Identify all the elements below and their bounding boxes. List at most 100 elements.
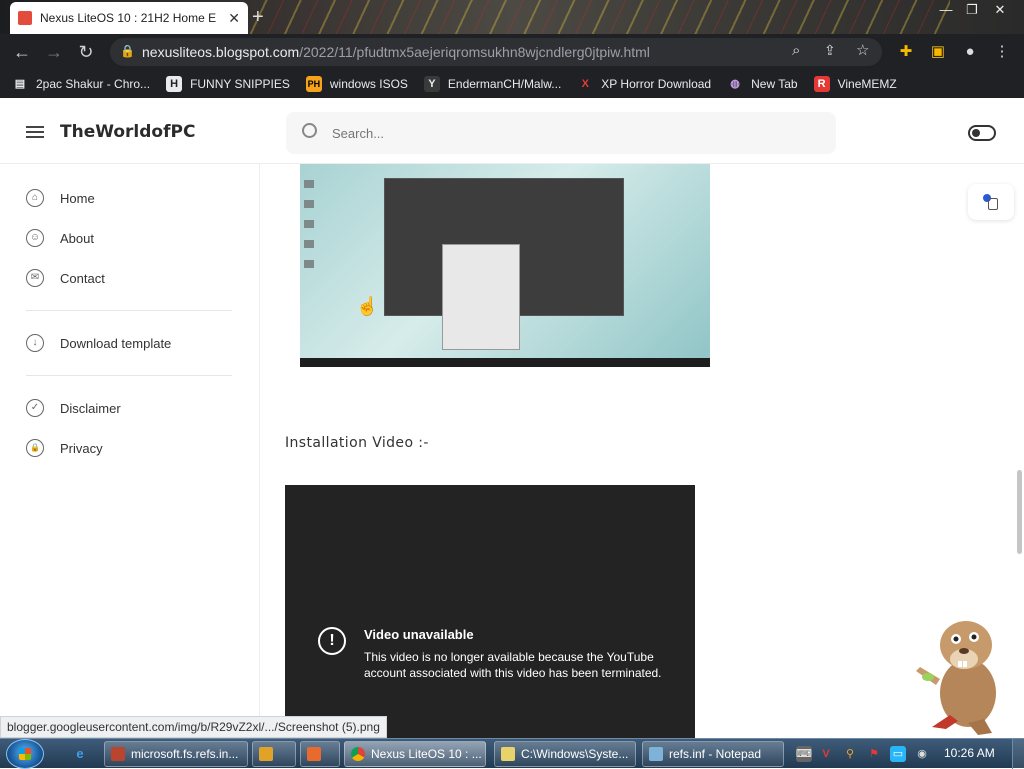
search-icon: [302, 123, 317, 138]
tray-search-icon[interactable]: ⚲: [842, 746, 858, 762]
reload-icon[interactable]: ↻: [74, 40, 98, 64]
embedded-video-player[interactable]: ! Video unavailable This video is no lon…: [285, 485, 695, 738]
media-player-icon: [259, 747, 273, 761]
browser-tab[interactable]: Nexus LiteOS 10 : 21H2 Home E ✕: [10, 2, 248, 34]
extensions-icon[interactable]: ✚: [894, 40, 918, 64]
start-button[interactable]: [6, 739, 44, 769]
maximize-window-button[interactable]: ❐: [960, 0, 984, 20]
side-panel-icon[interactable]: ▣: [926, 40, 950, 64]
video-unavailable-title: Video unavailable: [364, 627, 474, 642]
paint-icon: [307, 747, 321, 761]
tab-favicon: [18, 11, 32, 25]
address-bar[interactable]: 🔒 nexusliteos.blogspot.com/2022/11/pfudt…: [110, 38, 882, 66]
sidebar-divider: [26, 375, 232, 376]
tray-flag-icon[interactable]: ⚑: [866, 746, 882, 762]
taskbar-task-media-player[interactable]: [252, 741, 296, 767]
back-icon[interactable]: ←: [10, 40, 34, 64]
alert-icon: !: [318, 627, 346, 655]
bookmark-0-icon: ▤: [14, 78, 26, 90]
bookmark-2-icon: PH: [305, 76, 322, 92]
sidebar-divider: [26, 310, 232, 311]
browser-toolbar: ← → ↻ 🔒 nexusliteos.blogspot.com/2022/11…: [0, 34, 1024, 70]
bookmark-3-icon: Y: [423, 76, 440, 92]
show-desktop-button[interactable]: [1012, 739, 1024, 769]
taskbar-task-windows-system[interactable]: C:\Windows\Syste...: [494, 741, 636, 767]
bookmark-1-icon: H: [166, 76, 183, 92]
shield-icon: ✓: [26, 399, 44, 417]
tab-title: Nexus LiteOS 10 : 21H2 Home E: [40, 11, 217, 25]
address-url: nexusliteos.blogspot.com/2022/11/pfudtmx…: [142, 44, 650, 60]
site-search[interactable]: [286, 112, 836, 154]
profile-avatar-icon[interactable]: ●: [958, 40, 982, 64]
article-screenshot-image[interactable]: [300, 164, 710, 367]
gopher-mascot-image: [916, 621, 996, 735]
dark-mode-toggle[interactable]: [968, 125, 996, 141]
search-lens-icon[interactable]: ⌕: [792, 42, 800, 59]
hamburger-menu-icon[interactable]: [26, 126, 44, 138]
home-icon: ⌂: [26, 189, 44, 207]
chat-icon: [988, 198, 998, 210]
tray-volume-icon[interactable]: ◉: [914, 746, 930, 762]
lock-icon: 🔒: [26, 439, 44, 457]
download-icon: ↓: [26, 334, 44, 352]
bookmark-item[interactable]: R VineMEMZ: [813, 76, 897, 92]
sidebar-item-contact[interactable]: ✉ Contact: [26, 269, 105, 287]
bookmark-item[interactable]: H FUNNY SNIPPIES: [166, 76, 290, 92]
titlebar-background-art: [250, 0, 950, 34]
browser-titlebar: Nexus LiteOS 10 : 21H2 Home E ✕ + — ❐ ✕: [0, 0, 1024, 34]
sidebar-item-download-template[interactable]: ↓ Download template: [26, 334, 171, 352]
tray-monitor-icon[interactable]: ▭: [890, 746, 906, 762]
folder-icon: [111, 747, 125, 761]
site-header: TheWorldofPC: [0, 100, 1024, 164]
close-window-button[interactable]: ✕: [988, 0, 1012, 20]
sidebar-item-privacy[interactable]: 🔒 Privacy: [26, 439, 103, 457]
notepad-icon: [649, 747, 663, 761]
sidebar-item-about[interactable]: ☺ About: [26, 229, 94, 247]
taskbar-task-notepad[interactable]: refs.inf - Notepad: [642, 741, 784, 767]
site-title[interactable]: TheWorldofPC: [60, 122, 195, 142]
bookmark-item[interactable]: X XP Horror Download: [577, 76, 712, 92]
lock-icon: 🔒: [120, 44, 135, 58]
hand-pointer-cursor-icon: ☝: [356, 296, 379, 316]
status-bar-url: blogger.googleusercontent.com/img/b/R29v…: [0, 716, 387, 738]
sidebar-item-home[interactable]: ⌂ Home: [26, 189, 95, 207]
page-viewport: TheWorldofPC ⌂ Home ☺ About ✉ Contact ↓ …: [0, 100, 1024, 738]
windows-taskbar: e microsoft.fs.refs.in... Nexus LiteOS 1…: [0, 738, 1024, 769]
bookmark-5-icon: ◍: [730, 78, 740, 90]
taskbar-task-paint[interactable]: [300, 741, 340, 767]
bookmark-4-icon: X: [581, 78, 589, 90]
screenshot-dialog-window: [442, 244, 520, 350]
bookmark-item[interactable]: Y EndermanCH/Malw...: [423, 76, 561, 92]
bookmark-item[interactable]: PH windows ISOS: [305, 76, 408, 92]
taskbar-task-refs-folder[interactable]: microsoft.fs.refs.in...: [104, 741, 248, 767]
bookmark-item[interactable]: ◍ New Tab: [727, 76, 797, 92]
share-icon[interactable]: ⇪: [824, 42, 836, 59]
screenshot-taskbar: [300, 358, 710, 367]
taskbar-task-chrome[interactable]: Nexus LiteOS 10 : ...: [344, 741, 486, 767]
search-input[interactable]: [332, 122, 812, 144]
chrome-icon: [351, 747, 365, 761]
mail-icon: ✉: [26, 269, 44, 287]
tray-v-icon[interactable]: V: [818, 746, 834, 762]
screenshot-desktop-icons: [304, 180, 314, 270]
new-tab-button[interactable]: +: [252, 6, 264, 29]
minimize-window-button[interactable]: —: [934, 0, 958, 20]
tab-close-icon[interactable]: ✕: [228, 10, 240, 27]
menu-kebab-icon[interactable]: ⋮: [990, 40, 1014, 64]
sidebar: ⌂ Home ☺ About ✉ Contact ↓ Download temp…: [0, 164, 260, 738]
video-unavailable-message: This video is no longer available becaus…: [364, 650, 662, 680]
sidebar-item-disclaimer[interactable]: ✓ Disclaimer: [26, 399, 121, 417]
bookmarks-bar: ▤ 2pac Shakur - Chro... H FUNNY SNIPPIES…: [0, 70, 1024, 98]
forward-icon[interactable]: →: [42, 40, 66, 64]
installation-heading: Installation Video :-: [285, 435, 429, 451]
tray-keyboard-icon[interactable]: ⌨: [796, 746, 812, 762]
floating-chat-button[interactable]: [968, 184, 1014, 220]
user-icon: ☺: [26, 229, 44, 247]
bookmark-item[interactable]: ▤ 2pac Shakur - Chro...: [12, 76, 150, 92]
folder-icon: [501, 747, 515, 761]
bookmark-6-icon: R: [813, 76, 830, 92]
bookmark-star-icon[interactable]: ☆: [856, 41, 869, 59]
taskbar-clock[interactable]: 10:26 AM: [944, 746, 995, 760]
internet-explorer-icon[interactable]: e: [70, 745, 90, 763]
page-scrollbar-thumb[interactable]: [1017, 470, 1022, 554]
